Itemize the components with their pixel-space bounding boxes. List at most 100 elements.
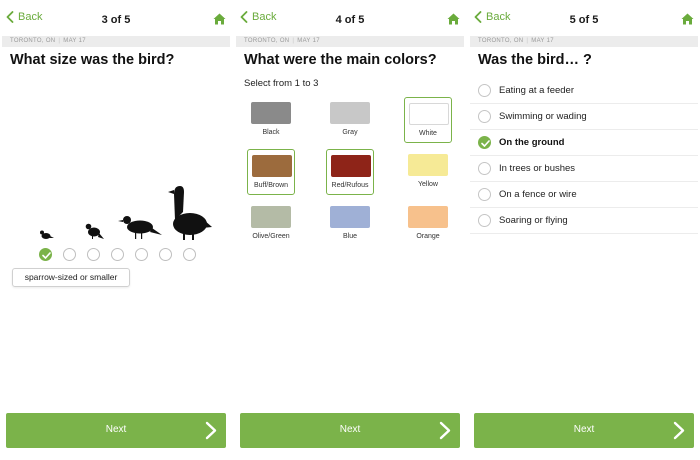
size-option-6[interactable] [159,248,172,261]
robin-silhouette-icon [85,223,104,239]
location-bar: TORONTO, ON | MAY 17 [2,36,230,47]
back-button[interactable]: Back [6,11,42,23]
checkmark-icon [42,252,51,259]
top-bar: Back 5 of 5 [470,0,698,38]
next-button[interactable]: Next [240,413,460,448]
back-button[interactable]: Back [474,11,510,23]
sparrow-silhouette-icon [40,230,54,239]
option-eating-at-feeder[interactable]: Eating at a feeder [470,78,698,104]
option-label: In trees or bushes [499,163,576,174]
chevron-left-icon [474,11,482,23]
option-soaring-or-flying[interactable]: Soaring or flying [470,208,698,234]
back-label: Back [18,11,43,23]
home-button[interactable] [447,12,460,30]
location-text: TORONTO, ON [10,38,56,44]
option-label: Soaring or flying [499,215,568,226]
color-option-yellow[interactable]: Yellow [404,149,452,195]
color-option-white[interactable]: White [404,97,452,143]
top-bar: Back 3 of 5 [2,0,230,38]
question-title: What size was the bird? [10,52,175,68]
option-swimming-or-wading[interactable]: Swimming or wading [470,104,698,130]
chevron-right-icon [673,421,685,440]
location-text: TORONTO, ON [478,38,524,44]
option-label: On a fence or wire [499,189,577,200]
chevron-right-icon [439,421,451,440]
next-button[interactable]: Next [474,413,694,448]
size-option-4[interactable] [111,248,124,261]
date-text: MAY 17 [531,38,554,44]
behavior-question-screen: Back 5 of 5 TORONTO, ON | MAY 17 Was the b… [470,0,698,460]
color-swatch [408,154,448,176]
home-button[interactable] [213,12,226,30]
back-button[interactable]: Back [240,11,276,23]
color-option-buff-brown[interactable]: Buff/Brown [247,149,295,195]
size-option-2[interactable] [63,248,76,261]
chevron-left-icon [240,11,248,23]
radio-button[interactable] [478,84,491,97]
colors-question-screen: Back 4 of 5 TORONTO, ON | MAY 17 What were… [236,0,464,460]
next-label: Next [573,424,595,435]
option-on-the-ground[interactable]: On the ground [470,130,698,156]
chevron-left-icon [6,11,14,23]
color-swatch [409,103,449,125]
behavior-options: Eating at a feeder Swimming or wading On… [470,78,698,234]
location-bar: TORONTO, ON | MAY 17 [236,36,464,47]
selection-hint: Select from 1 to 3 [244,78,319,89]
size-question-screen: Back 3 of 5 TORONTO, ON | MAY 17 What size… [2,0,230,460]
date-text: MAY 17 [63,38,86,44]
home-icon [213,13,226,25]
color-label: White [419,130,437,137]
radio-button[interactable] [478,188,491,201]
date-text: MAY 17 [297,38,320,44]
bird-size-silhouettes [40,186,212,240]
option-label: On the ground [499,137,565,148]
color-swatch [331,155,371,177]
radio-button[interactable] [478,214,491,227]
color-option-olive-green[interactable]: Olive/Green [247,201,295,247]
back-label: Back [252,11,277,23]
color-swatch [252,155,292,177]
color-label: Buff/Brown [253,182,289,189]
color-label: Orange [416,233,440,240]
question-title: Was the bird… ? [478,52,592,68]
color-label: Yellow [418,181,438,188]
home-button[interactable] [681,12,694,30]
size-option-3[interactable] [87,248,100,261]
color-option-red-rufous[interactable]: Red/Rufous [326,149,374,195]
color-swatch [330,206,370,228]
top-bar: Back 4 of 5 [236,0,464,38]
home-icon [681,13,694,25]
back-label: Back [486,11,511,23]
question-title: What were the main colors? [244,52,437,68]
color-option-orange[interactable]: Orange [404,201,452,247]
color-option-gray[interactable]: Gray [326,97,374,143]
color-label: Gray [342,129,358,136]
option-on-fence-or-wire[interactable]: On a fence or wire [470,182,698,208]
next-button[interactable]: Next [6,413,226,448]
size-selector [2,248,230,264]
next-label: Next [105,424,127,435]
color-swatch [251,206,291,228]
option-in-trees-or-bushes[interactable]: In trees or bushes [470,156,698,182]
size-label: sparrow-sized or smaller [12,268,130,287]
color-swatch [330,102,370,124]
color-option-black[interactable]: Black [247,97,295,143]
radio-button[interactable] [478,110,491,123]
option-label: Swimming or wading [499,111,587,122]
radio-button[interactable] [478,136,491,149]
color-swatch [251,102,291,124]
size-option-7[interactable] [183,248,196,261]
checkmark-icon [481,140,490,147]
color-label: Olive/Green [252,233,290,240]
radio-button[interactable] [478,162,491,175]
option-label: Eating at a feeder [499,85,574,96]
crow-silhouette-icon [118,216,162,239]
size-option-5[interactable] [135,248,148,261]
color-option-blue[interactable]: Blue [326,201,374,247]
home-icon [447,13,460,25]
color-swatch [408,206,448,228]
size-option-1[interactable] [39,248,52,261]
color-label: Black [262,129,280,136]
goose-silhouette-icon [168,186,212,240]
color-label: Blue [342,233,357,240]
